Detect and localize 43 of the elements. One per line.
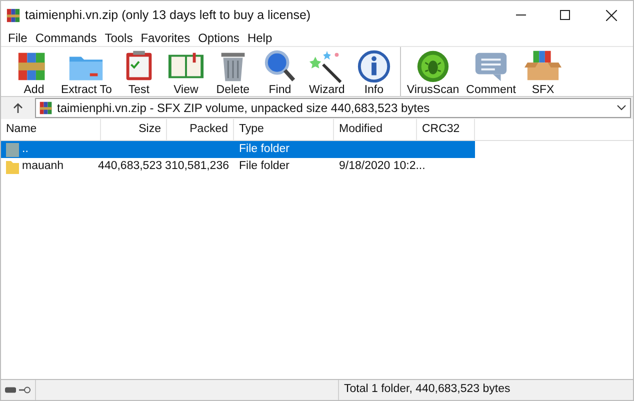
archive-icon bbox=[6, 8, 21, 22]
toolbar-button[interactable]: Add bbox=[11, 47, 57, 96]
file-row[interactable]: mauanh 440,683,523 310,581,236 File folder 9/18/2020 10:2... bbox=[1, 158, 475, 175]
key-icon bbox=[19, 386, 31, 394]
toolbar-button[interactable]: Find bbox=[256, 47, 303, 96]
menu-item[interactable]: Help bbox=[243, 28, 276, 46]
table-cell-text: 9/18/2020 10:2... bbox=[339, 158, 426, 174]
table-cell-text: File folder bbox=[239, 158, 290, 174]
menu-item[interactable]: Tools bbox=[100, 28, 137, 46]
up-arrow-icon[interactable] bbox=[12, 102, 24, 114]
table-cell-text: File folder bbox=[239, 142, 290, 157]
file-row[interactable]: .. File folder bbox=[1, 141, 475, 158]
menu-item[interactable]: Options bbox=[194, 28, 244, 46]
toolbar-button[interactable]: Comment bbox=[463, 47, 519, 96]
toolbar-button[interactable]: SFX bbox=[520, 47, 566, 96]
table-cell-text: .. bbox=[22, 142, 28, 157]
toolbar-button[interactable]: Extract To bbox=[58, 47, 115, 96]
address-field[interactable]: taimienphi.vn.zip - SFX ZIP volume, unpacked size 440,683,523 bytes bbox=[35, 98, 631, 118]
status-text: Total 1 folder, 440,683,523 bytes bbox=[338, 380, 633, 400]
column-header[interactable]: Modified bbox=[334, 119, 417, 140]
toolbar-button[interactable]: Info bbox=[350, 47, 397, 96]
menu-item[interactable]: Commands bbox=[31, 28, 101, 46]
maximize-icon[interactable] bbox=[560, 10, 570, 20]
toolbar-button[interactable]: VirusScan bbox=[404, 47, 462, 96]
column-header[interactable]: Name bbox=[1, 119, 101, 140]
table-cell-text: mauanh bbox=[22, 158, 64, 174]
column-header[interactable]: Size bbox=[101, 119, 167, 140]
column-header[interactable]: Packed bbox=[167, 119, 234, 140]
archive-icon bbox=[39, 101, 53, 115]
table-cell-text: 440,683,523 bbox=[98, 158, 162, 174]
toolbar-button[interactable]: Delete bbox=[210, 47, 256, 96]
window-title: taimienphi.vn.zip (only 13 days left to buy a license) bbox=[25, 6, 311, 24]
menu-item[interactable]: Favorites bbox=[136, 28, 194, 46]
close-icon[interactable] bbox=[606, 10, 617, 20]
toolbar-button[interactable]: View bbox=[162, 47, 209, 96]
menu-item[interactable]: File bbox=[4, 28, 32, 46]
column-header[interactable]: CRC32 bbox=[417, 119, 475, 140]
table-cell-text: 310,581,236 bbox=[165, 158, 229, 174]
column-header[interactable]: Type bbox=[234, 119, 334, 140]
toolbar-button[interactable]: Test bbox=[116, 47, 162, 96]
toolbar-button[interactable]: Wizard bbox=[304, 47, 350, 96]
drive-icon bbox=[5, 387, 16, 393]
dropdown-icon[interactable] bbox=[617, 105, 626, 111]
